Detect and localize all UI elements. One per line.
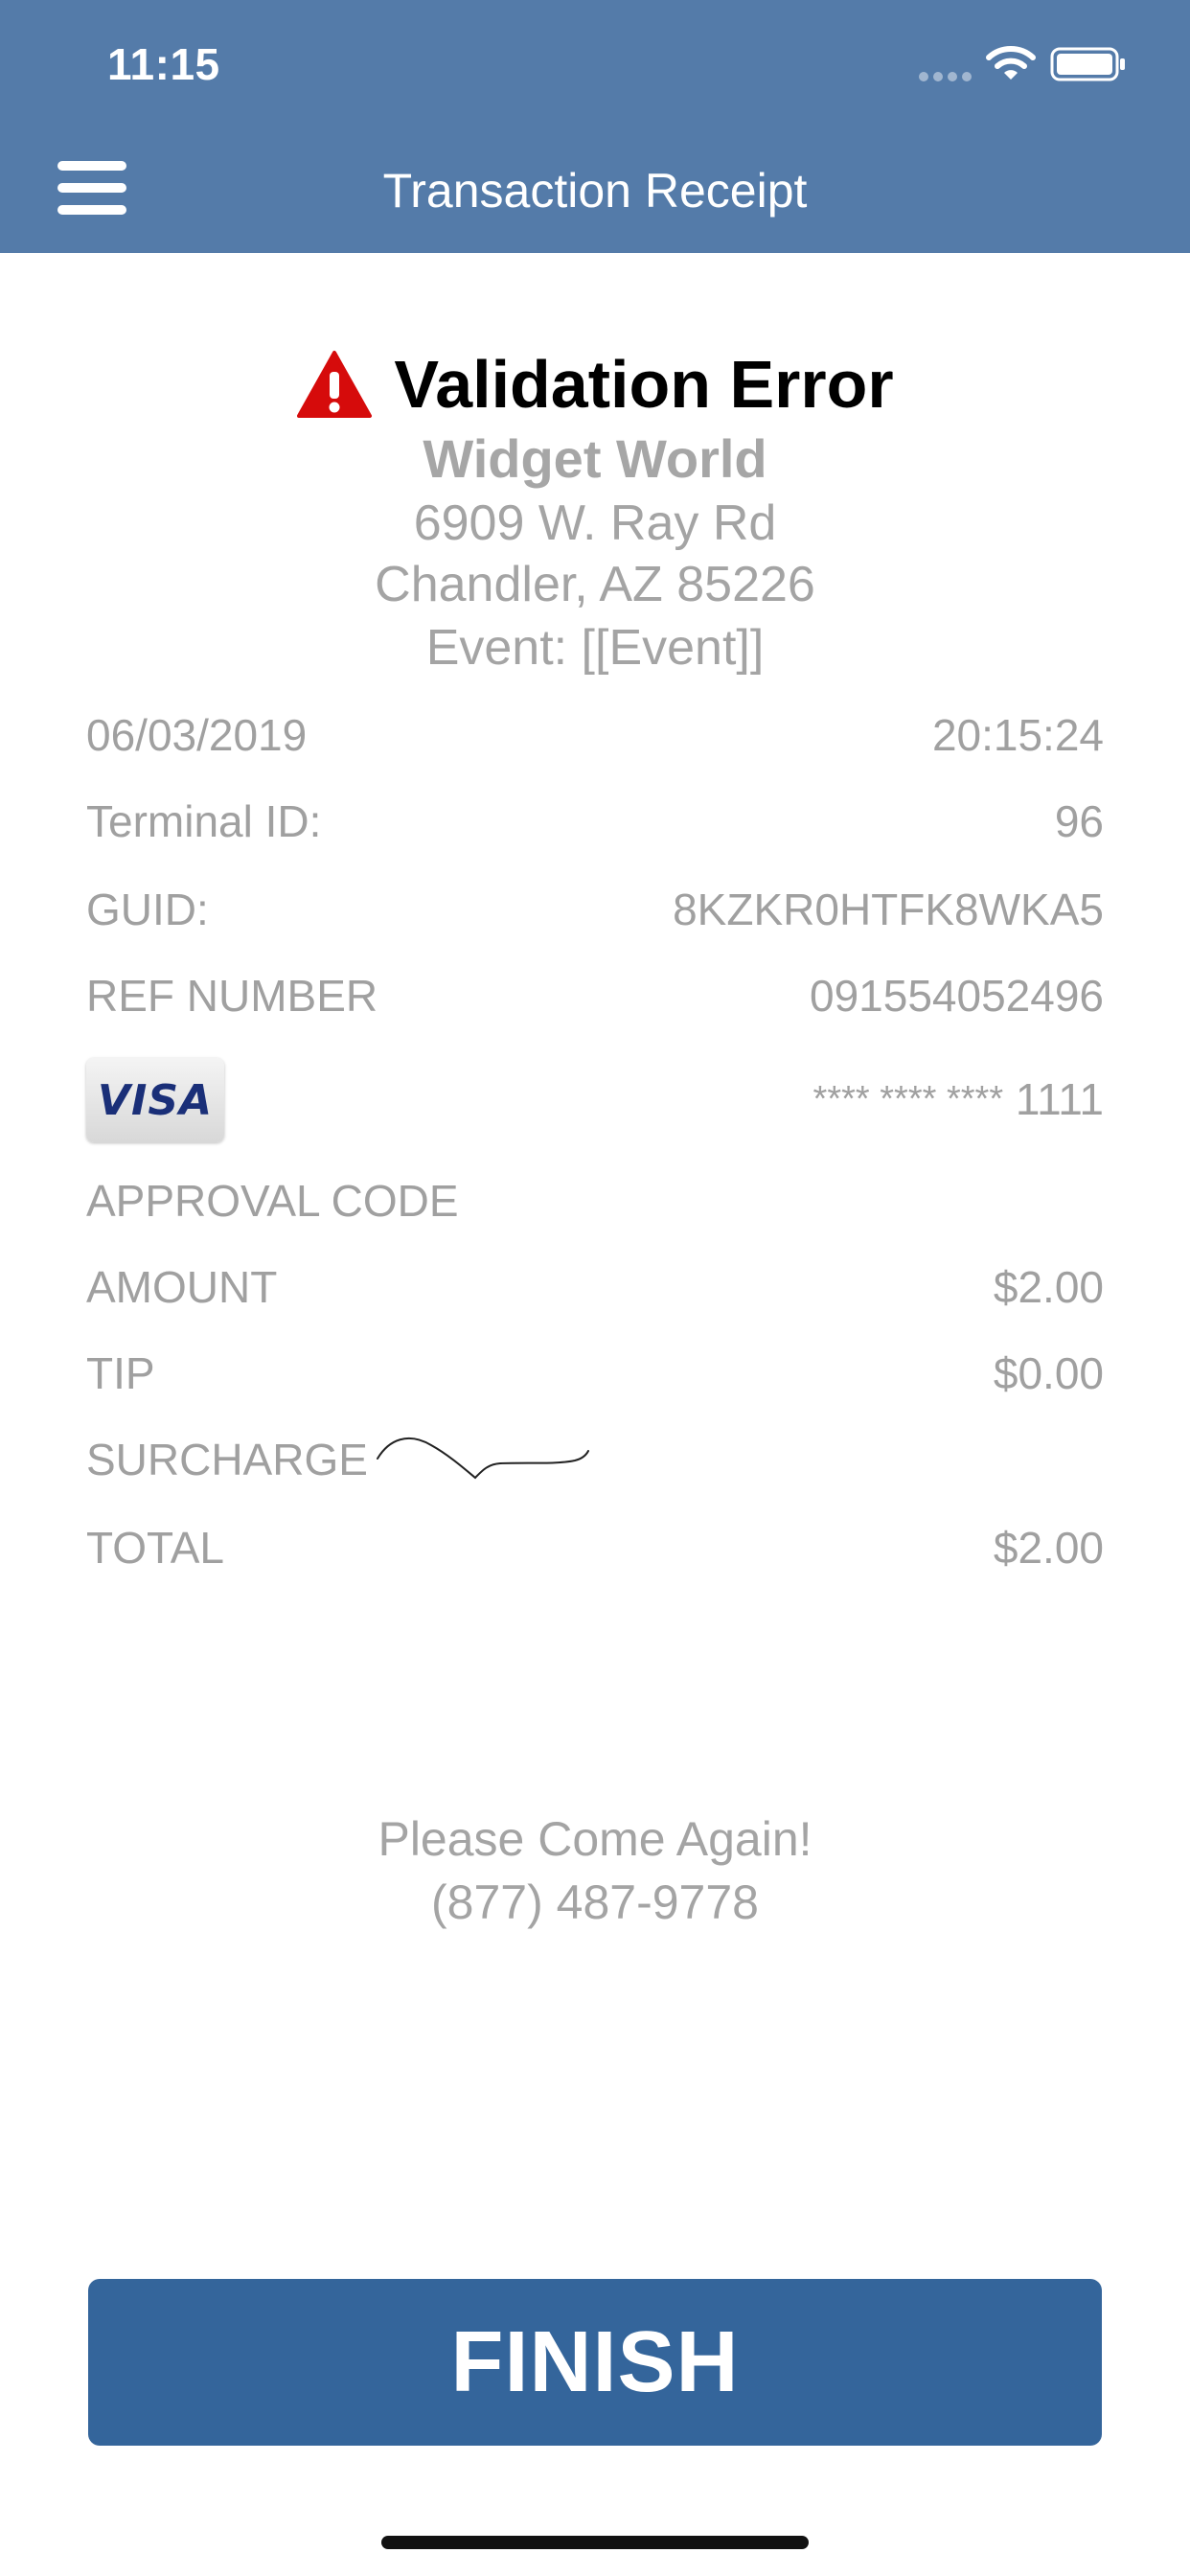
error-title: Validation Error — [394, 347, 894, 422]
finish-button[interactable]: FINISH — [88, 2279, 1102, 2446]
wifi-icon — [986, 46, 1036, 80]
total-label: TOTAL — [86, 1523, 224, 1573]
amount-value: $2.00 — [993, 1262, 1104, 1312]
amount-row: AMOUNT $2.00 — [86, 1261, 1104, 1322]
ref-number-row: REF NUMBER 091554052496 — [86, 970, 1104, 1031]
merchant-phone: (877) 487-9778 — [431, 1875, 759, 1929]
terminal-row: Terminal ID: 96 — [86, 795, 1104, 857]
total-row: TOTAL $2.00 — [86, 1522, 1104, 1583]
surcharge-label: SURCHARGE — [86, 1435, 368, 1484]
address-line-1: 6909 W. Ray Rd — [413, 495, 777, 551]
card-number: **** **** **** 1111 — [813, 1073, 1104, 1125]
terminal-value: 96 — [1054, 796, 1104, 846]
terminal-label: Terminal ID: — [86, 796, 322, 846]
status-time: 11:15 — [107, 39, 220, 89]
tip-row: TIP $0.00 — [86, 1347, 1104, 1409]
footer-message: Please Come Again! — [378, 1812, 812, 1866]
guid-row: GUID: 8KZKR0HTFK8WKA5 — [86, 884, 1104, 945]
tip-value: $0.00 — [993, 1348, 1104, 1398]
guid-label: GUID: — [86, 885, 209, 934]
merchant-name: Widget World — [423, 428, 767, 489]
error-header: Validation Error — [86, 341, 1104, 427]
receipt-time: 20:15:24 — [931, 710, 1104, 760]
cellular-signal-icon — [919, 72, 972, 81]
card-number-row: **** **** **** 1111 — [86, 1073, 1104, 1135]
address-line-2: Chandler, AZ 85226 — [375, 557, 815, 612]
tip-label: TIP — [86, 1348, 155, 1398]
event-line: Event: [[Event]] — [425, 620, 765, 676]
card-mask: **** **** **** — [812, 1079, 1004, 1119]
date-time-row: 06/03/2019 20:15:24 — [86, 709, 1104, 770]
battery-icon — [1050, 47, 1125, 81]
page-title: Transaction Receipt — [382, 164, 808, 218]
signature-image — [377, 1437, 589, 1480]
warning-icon — [297, 351, 373, 418]
top-bar: 11:15 Transaction Receipt — [0, 0, 1190, 253]
amount-label: AMOUNT — [86, 1262, 278, 1312]
home-indicator[interactable] — [381, 2536, 809, 2549]
approval-code-row: APPROVAL CODE — [86, 1175, 1104, 1236]
total-value: $2.00 — [993, 1523, 1104, 1573]
approval-code-label: APPROVAL CODE — [86, 1176, 459, 1226]
guid-value: 8KZKR0HTFK8WKA5 — [673, 885, 1104, 934]
ref-number-label: REF NUMBER — [86, 971, 378, 1021]
card-last4: 1111 — [1015, 1074, 1104, 1124]
ref-number-value: 091554052496 — [810, 971, 1104, 1021]
receipt-date: 06/03/2019 — [86, 710, 308, 760]
